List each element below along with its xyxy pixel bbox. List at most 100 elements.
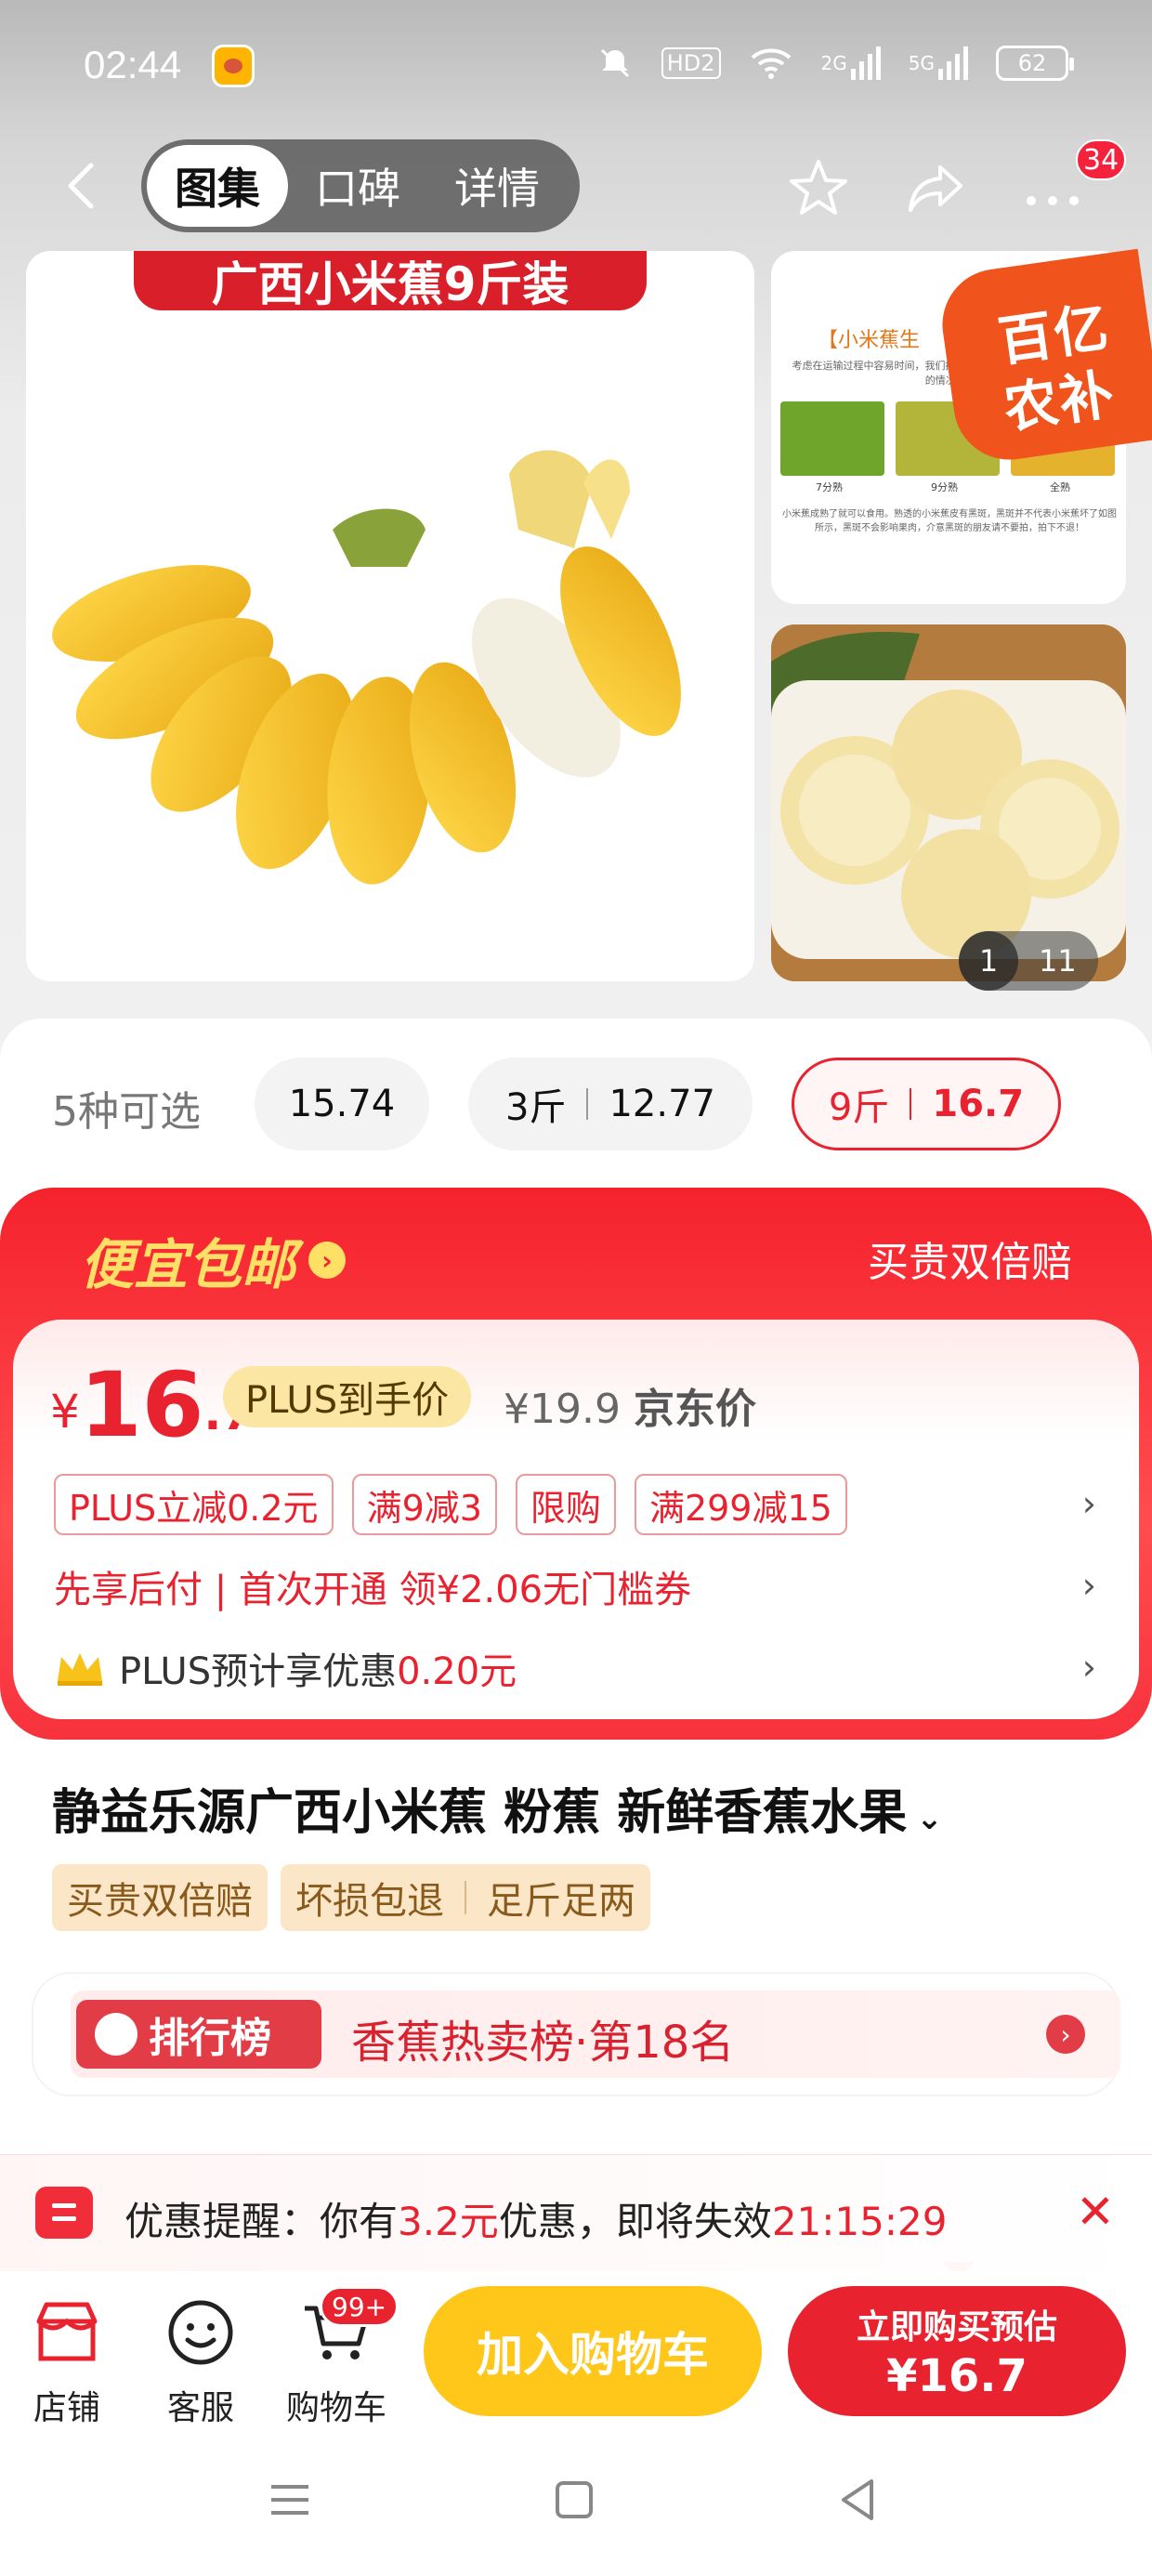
banana-bunch-illustration	[52, 450, 681, 885]
variant-option-selected[interactable]: 9斤 16.7	[792, 1058, 1061, 1150]
subsidy-sticker-line2: 农补	[1000, 361, 1119, 440]
jd-price-label: 京东价	[633, 1386, 756, 1433]
chevron-right-icon[interactable]: ›	[1082, 1647, 1096, 1688]
ranking-badge: 排行榜	[76, 2000, 321, 2069]
coupon-tag: PLUS立减0.2元	[54, 1474, 334, 1535]
signal-2g-label: 2G	[820, 52, 847, 74]
ripeness-label: 9分熟	[931, 481, 958, 493]
free-shipping-label: 便宜包邮	[80, 1233, 296, 1296]
signal-5g-label: 5G	[908, 52, 935, 74]
tab-gallery[interactable]: 图集	[147, 145, 288, 227]
price-promo-card: 便宜包邮 › 买贵双倍赔 ¥ 16 .7 PLUS到手价 ¥19.9 京东价 P…	[0, 1188, 1152, 1740]
green-banana-photo	[780, 401, 884, 476]
buy-now-button[interactable]: 立即购买预估 ¥16.7	[788, 2286, 1126, 2416]
status-bar: 02:44 HD2 2G 5G 62	[0, 37, 1152, 102]
ripeness-label: 全熟	[1050, 481, 1070, 493]
favorite-star-icon[interactable]	[786, 156, 851, 221]
ranking-text: 香蕉热卖榜·第18名	[351, 2017, 735, 2069]
service-tag: 足斤足两	[487, 1880, 635, 1923]
battery-indicator: 62	[996, 46, 1074, 81]
back-icon[interactable]	[56, 158, 111, 214]
service-icon	[164, 2295, 238, 2370]
service-tag: 买贵双倍赔	[52, 1864, 268, 1931]
tab-reviews[interactable]: 口碑	[288, 145, 427, 227]
variant-option[interactable]: 15.74	[255, 1058, 429, 1150]
reminder-countdown: 21:15:29	[771, 2199, 948, 2244]
app-notification-icon	[212, 45, 255, 87]
sliced-banana-illustration	[771, 624, 1126, 981]
reminder-text: 优惠提醒：你有3.2元优惠，即将失效21:15:29	[124, 2190, 947, 2247]
ranking-card[interactable]: 排行榜 香蕉热卖榜·第18名 ›	[33, 1974, 1120, 2095]
jd-price-value: ¥19.9	[504, 1386, 621, 1433]
variant-weight: 3斤	[505, 1086, 567, 1129]
service-tags: 买贵双倍赔 坏损包退 足斤足两	[52, 1864, 650, 1931]
close-icon[interactable]: ✕	[1076, 2188, 1115, 2235]
mute-icon	[596, 45, 634, 82]
message-count-badge: 34	[1076, 139, 1127, 180]
buy-now-price: ¥16.7	[886, 2350, 1028, 2402]
cart-count-badge: 99+	[320, 2286, 399, 2327]
plus-price-tag: PLUS到手价	[223, 1366, 472, 1427]
variant-selector: 5种可选 15.74 3斤 12.77 9斤 16.7	[0, 1058, 1152, 1150]
price-guarantee-label[interactable]: 买贵双倍赔	[868, 1229, 1072, 1288]
customer-service-button[interactable]: 客服	[145, 2295, 256, 2429]
variant-count-label: 5种可选	[52, 1088, 201, 1136]
plus-savings-amount: 0.20元	[397, 1650, 517, 1693]
variant-price: 16.7	[932, 1083, 1025, 1125]
jd-price: ¥19.9 京东价	[504, 1375, 756, 1435]
pay-later-offer[interactable]: 先享后付 | 首次开通 领¥2.06无门槛券	[54, 1559, 691, 1613]
product-title-text: 静益乐源广西小米蕉 粉蕉 新鲜香蕉水果	[52, 1785, 908, 1841]
image-pager: 1 11	[959, 931, 1098, 991]
back-nav-icon[interactable]	[832, 2474, 884, 2526]
coupon-tag: 限购	[515, 1474, 616, 1535]
plus-savings-label: PLUS预计享优惠	[119, 1650, 398, 1693]
service-label: 客服	[166, 2389, 234, 2427]
coupon-icon	[35, 2187, 93, 2239]
chevron-right-icon: ›	[308, 1242, 347, 1279]
reminder-prefix: 优惠提醒：你有	[124, 2199, 399, 2244]
subsidy-sticker: 百亿 农补	[935, 248, 1152, 467]
share-icon[interactable]	[903, 156, 968, 221]
thumbnail-footer: 小米蕉成熟了就可以食用。熟透的小米蕉皮有黑斑，黑斑并不代表小米蕉坏了如图所示，黑…	[782, 509, 1117, 533]
shop-button[interactable]: 店铺	[11, 2295, 123, 2429]
currency-symbol: ¥	[50, 1385, 80, 1439]
product-title[interactable]: 静益乐源广西小米蕉 粉蕉 新鲜香蕉水果 ⌄	[52, 1773, 943, 1843]
wifi-icon	[749, 45, 793, 82]
coupon-list[interactable]: PLUS立减0.2元 满9减3 限购 满299减15	[54, 1474, 847, 1535]
ranking-badge-label: 排行榜	[149, 2015, 271, 2062]
status-time: 02:44	[84, 43, 182, 86]
system-navigation-bar	[0, 2453, 1152, 2546]
coupon-tag: 满299减15	[634, 1474, 847, 1535]
pager-total: 11	[1039, 943, 1077, 979]
variant-option[interactable]: 3斤 12.77	[468, 1058, 753, 1150]
shop-label: 店铺	[33, 2389, 100, 2427]
service-tag-group: 坏损包退 足斤足两	[281, 1864, 650, 1931]
top-navbar: 图集 口碑 详情	[0, 139, 1152, 232]
coupon-reminder-bar: 优惠提醒：你有3.2元优惠，即将失效21:15:29 ✕	[0, 2154, 1152, 2271]
thumbnail-sliced-banana[interactable]	[771, 624, 1126, 981]
variant-price: 15.74	[288, 1083, 396, 1125]
shop-icon	[30, 2295, 104, 2370]
coupon-tag: 满9减3	[351, 1474, 497, 1535]
free-shipping-link[interactable]: 便宜包邮 ›	[80, 1221, 347, 1299]
signal-5g-icon: 5G	[909, 45, 968, 82]
add-to-cart-button[interactable]: 加入购物车	[424, 2286, 762, 2416]
main-product-image[interactable]: 广西小米蕉9斤装	[26, 251, 754, 981]
reminder-middle: 优惠，即将失效	[498, 2199, 772, 2244]
signal-2g-icon: 2G	[821, 45, 881, 82]
variant-price: 12.77	[609, 1083, 715, 1125]
service-tag: 坏损包退	[295, 1880, 444, 1923]
more-icon[interactable]	[1020, 156, 1085, 221]
buy-now-label: 立即购买预估	[856, 2308, 1057, 2346]
chevron-right-icon[interactable]: ›	[1046, 2015, 1085, 2054]
price-integer: 16	[79, 1353, 204, 1457]
cart-label: 购物车	[285, 2389, 386, 2427]
pager-current: 1	[959, 931, 1018, 991]
plus-savings[interactable]: PLUS预计享优惠 0.20元	[54, 1641, 517, 1695]
chevron-right-icon[interactable]: ›	[1082, 1483, 1096, 1524]
chevron-right-icon[interactable]: ›	[1082, 1565, 1096, 1606]
home-icon[interactable]	[548, 2474, 600, 2526]
thumbnail-title: 【小米蕉生	[818, 329, 921, 352]
tab-details[interactable]: 详情	[427, 145, 567, 227]
menu-icon[interactable]	[264, 2474, 316, 2526]
